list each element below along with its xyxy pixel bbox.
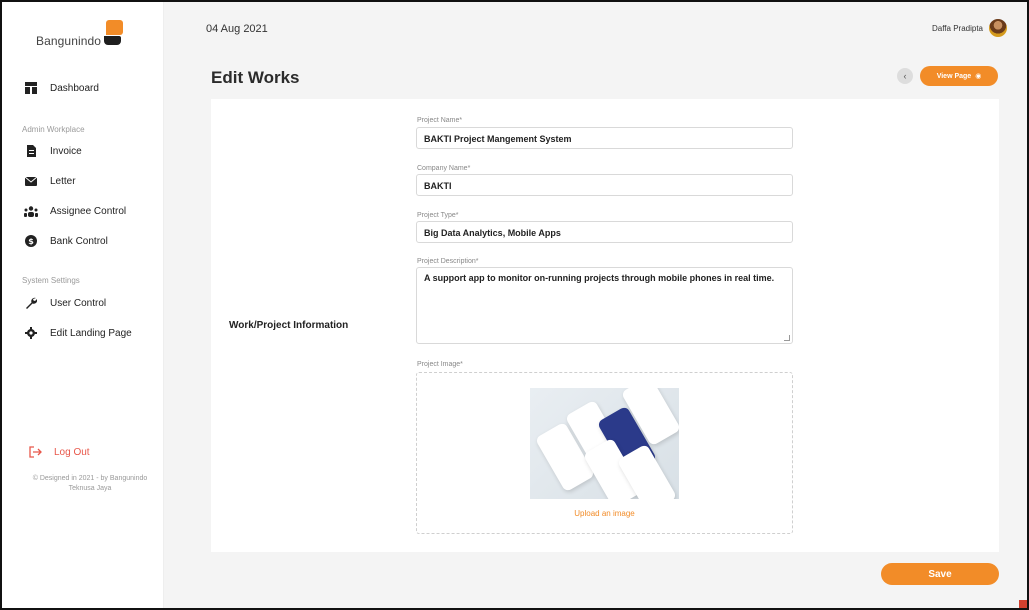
- users-icon: [24, 204, 38, 218]
- eye-icon: ◉: [975, 73, 982, 80]
- gear-icon: [24, 326, 38, 340]
- wrench-icon: [24, 296, 38, 310]
- sidebar-item-user-control[interactable]: User Control: [24, 296, 106, 310]
- sidebar-item-label: Dashboard: [50, 82, 99, 94]
- company-name-input[interactable]: BAKTI: [416, 174, 793, 196]
- upload-image-link[interactable]: Upload an image: [417, 509, 792, 518]
- project-type-label: Project Type*: [417, 212, 459, 219]
- form-card: Work/Project Information Project Name* B…: [211, 99, 999, 552]
- page-title: Edit Works: [211, 68, 300, 87]
- user-menu[interactable]: Daffa Pradipta: [932, 19, 1007, 37]
- sidebar-item-dashboard[interactable]: Dashboard: [24, 81, 99, 95]
- document-icon: [24, 144, 38, 158]
- resize-handle[interactable]: [784, 335, 790, 341]
- logout-icon: [28, 445, 42, 459]
- view-page-button[interactable]: View Page ◉: [920, 66, 998, 86]
- app-window: Bangunindo Dashboard Admin Workplace Inv…: [0, 0, 1029, 610]
- avatar[interactable]: [989, 19, 1007, 37]
- sidebar-item-invoice[interactable]: Invoice: [24, 144, 82, 158]
- sidebar-item-label: Edit Landing Page: [50, 327, 132, 339]
- back-button[interactable]: ‹: [897, 68, 913, 84]
- copyright-text: © Designed in 2021 - by Bangunindo Teknu…: [32, 475, 148, 492]
- section-label-system: System Settings: [22, 276, 80, 285]
- save-button[interactable]: Save: [881, 563, 999, 585]
- project-name-input[interactable]: BAKTI Project Mangement System: [416, 127, 793, 149]
- corner-badge: [1019, 600, 1027, 608]
- sidebar-item-label: Assignee Control: [50, 205, 127, 217]
- sidebar-item-label: Bank Control: [50, 235, 108, 247]
- bank-icon: $: [24, 234, 38, 248]
- sidebar-item-label: Letter: [50, 175, 76, 187]
- current-date: 04 Aug 2021: [206, 23, 268, 35]
- sidebar-item-letter[interactable]: Letter: [24, 174, 76, 188]
- section-title: Work/Project Information: [229, 320, 349, 331]
- company-name-label: Company Name*: [417, 165, 471, 172]
- sidebar-item-assignee-control[interactable]: Assignee Control: [24, 204, 126, 218]
- section-label-admin: Admin Workplace: [22, 125, 85, 134]
- envelope-icon: [24, 174, 38, 188]
- project-description-textarea[interactable]: A support app to monitor on-running proj…: [416, 267, 793, 344]
- view-page-label: View Page: [936, 72, 972, 80]
- svg-text:$: $: [28, 237, 34, 246]
- brand-name: Bangunindo: [36, 34, 102, 48]
- sidebar-item-label: User Control: [50, 297, 107, 309]
- logout-label: Log Out: [54, 446, 90, 458]
- brand-logo[interactable]: Bangunindo: [36, 20, 124, 56]
- sidebar-item-label: Invoice: [50, 145, 82, 157]
- main-content: 04 Aug 2021 Daffa Pradipta Edit Works ‹ …: [164, 2, 1027, 608]
- project-image-preview: [530, 388, 679, 499]
- image-dropzone[interactable]: Upload an image: [416, 372, 793, 534]
- sidebar-item-bank-control[interactable]: $ Bank Control: [24, 234, 108, 248]
- sidebar: Bangunindo Dashboard Admin Workplace Inv…: [2, 2, 164, 608]
- dashboard-icon: [24, 81, 38, 95]
- project-description-label: Project Description*: [417, 258, 479, 265]
- sidebar-item-edit-landing-page[interactable]: Edit Landing Page: [24, 326, 132, 340]
- project-type-input[interactable]: Big Data Analytics, Mobile Apps: [416, 221, 793, 243]
- project-name-label: Project Name*: [417, 117, 463, 124]
- project-description-text: A support app to monitor on-running proj…: [424, 273, 775, 283]
- logout-button[interactable]: Log Out: [28, 445, 90, 459]
- brand-mark-icon: [104, 20, 124, 52]
- chevron-left-icon: ‹: [903, 71, 907, 81]
- project-image-label: Project Image*: [417, 361, 463, 368]
- user-name: Daffa Pradipta: [932, 23, 983, 33]
